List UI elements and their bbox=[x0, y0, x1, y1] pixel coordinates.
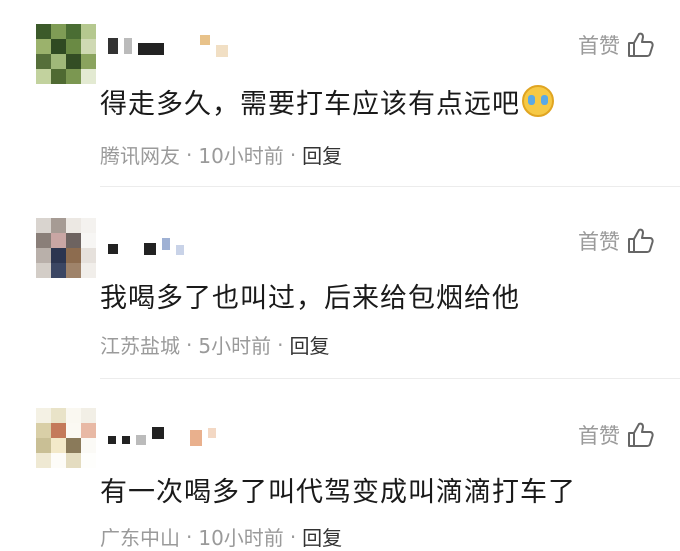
comment-text: 我喝多了也叫过，后来给包烟给他 bbox=[100, 276, 520, 315]
separator: · bbox=[186, 142, 193, 167]
avatar[interactable] bbox=[36, 408, 96, 468]
reply-button[interactable]: 回复 bbox=[302, 140, 342, 169]
username-masked[interactable] bbox=[108, 424, 216, 448]
like-label: 首赞 bbox=[578, 424, 620, 448]
comment-text: 有一次喝多了叫代驾变成叫滴滴打车了 bbox=[100, 470, 576, 509]
comment-item: 首赞 我喝多了也叫过，后来给包烟给他 江苏盐城 · 5小时前 · 回复 bbox=[0, 190, 680, 380]
separator: · bbox=[289, 142, 297, 167]
comment-item: 首赞 有一次喝多了叫代驾变成叫滴滴打车了 广东中山 · 10小时前 · 回复 bbox=[0, 380, 680, 550]
comment-item: 首赞 得走多久，需要打车应该有点远吧 腾讯网友 · 10小时前 · 回复 bbox=[0, 0, 680, 190]
comment-meta: 腾讯网友 · 10小时前 · 回复 bbox=[100, 140, 342, 169]
location: 广东中山 bbox=[100, 526, 180, 550]
location: 江苏盐城 bbox=[100, 334, 180, 358]
reply-button[interactable]: 回复 bbox=[302, 522, 342, 551]
timestamp: 10小时前 bbox=[198, 144, 284, 168]
separator: · bbox=[186, 332, 193, 357]
reply-button[interactable]: 回复 bbox=[289, 330, 329, 359]
thumbs-up-icon bbox=[628, 32, 654, 57]
comment-meta: 江苏盐城 · 5小时前 · 回复 bbox=[100, 330, 329, 359]
like-button[interactable]: 首赞 bbox=[578, 226, 654, 256]
like-button[interactable]: 首赞 bbox=[578, 420, 654, 450]
timestamp: 10小时前 bbox=[198, 526, 284, 550]
like-label: 首赞 bbox=[578, 230, 620, 254]
comment-text-content: 得走多久，需要打车应该有点远吧 bbox=[100, 89, 520, 120]
username-masked[interactable] bbox=[108, 234, 184, 258]
comment-text-content: 我喝多了也叫过，后来给包烟给他 bbox=[100, 283, 520, 314]
separator: · bbox=[277, 332, 284, 357]
divider bbox=[100, 186, 680, 187]
thumbs-up-icon bbox=[628, 422, 654, 447]
avatar[interactable] bbox=[36, 24, 96, 84]
like-button[interactable]: 首赞 bbox=[578, 30, 654, 60]
comment-meta: 广东中山 · 10小时前 · 回复 bbox=[100, 522, 342, 551]
timestamp: 5小时前 bbox=[198, 334, 272, 358]
thumbs-up-icon bbox=[628, 228, 654, 253]
comment-text: 得走多久，需要打车应该有点远吧 bbox=[100, 82, 554, 121]
location: 腾讯网友 bbox=[100, 144, 180, 168]
crying-face-icon bbox=[522, 85, 554, 117]
divider bbox=[100, 378, 680, 379]
avatar[interactable] bbox=[36, 218, 96, 278]
username-masked[interactable] bbox=[108, 34, 228, 58]
comment-text-content: 有一次喝多了叫代驾变成叫滴滴打车了 bbox=[100, 477, 576, 508]
like-label: 首赞 bbox=[578, 34, 620, 58]
